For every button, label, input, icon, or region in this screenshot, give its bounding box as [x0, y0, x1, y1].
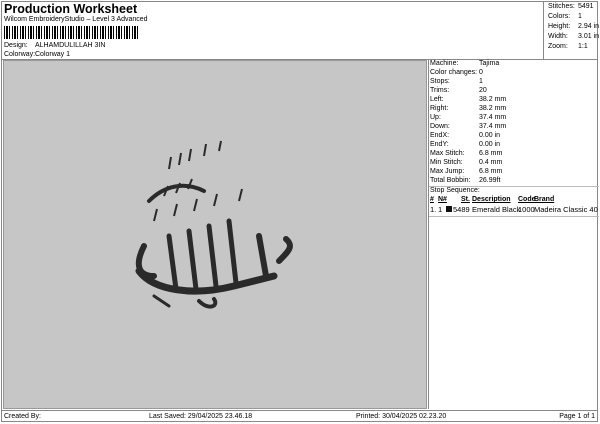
detail-row: EndY: 0.00 in — [430, 141, 501, 148]
printed-date: Printed: 30/04/2025 02.23.20 — [356, 413, 447, 420]
design-preview — [3, 60, 427, 409]
page-number: Page 1 of 1 — [559, 413, 595, 420]
detail-row: Color changes: 0 — [430, 69, 483, 76]
stop-sequence-row: 1. 1 5489 Emerald Black 1000 Madeira Cla… — [430, 205, 598, 214]
page-title: Production Worksheet — [4, 2, 138, 16]
summary-row: Width: 3.01 in — [548, 33, 600, 40]
divider — [429, 216, 599, 217]
detail-row: Machine: Tajima — [430, 60, 500, 67]
brand-cell: Madeira Classic 40 — [534, 205, 598, 214]
detail-row: Up: 37.4 mm — [430, 114, 507, 121]
summary-row: Height: 2.94 in — [548, 23, 600, 30]
detail-row: Down: 37.4 mm — [430, 123, 507, 130]
detail-row: EndX: 0.00 in — [430, 132, 501, 139]
summary-row: Zoom: 1:1 — [548, 43, 588, 50]
detail-row: Max Stitch: 6.8 mm — [430, 150, 503, 157]
detail-row: Max Jump: 6.8 mm — [430, 168, 503, 175]
stop-sequence-title: Stop Sequence: — [430, 187, 480, 194]
colorway-label: Colorway: — [4, 51, 36, 58]
design-value: ALHAMDULILLAH 3IN — [35, 42, 106, 49]
footer: Created By: Last Saved: 29/04/2025 23.46… — [1, 410, 598, 423]
stop-sequence-header: # N# St. Description Code Brand — [430, 196, 555, 203]
detail-row: Min Stitch: 0.4 mm — [430, 159, 503, 166]
summary-row: Stitches: 5491 — [548, 3, 594, 10]
details-panel: Machine: Tajima Color changes: 0 Stops: 1 T… — [428, 60, 599, 409]
detail-row: Right: 38.2 mm — [430, 105, 507, 112]
detail-row: Trims: 20 — [430, 87, 487, 94]
last-saved: Last Saved: 29/04/2025 23.46.18 — [149, 413, 253, 420]
design-label: Design: — [4, 42, 28, 49]
detail-row: Stops: 1 — [430, 78, 483, 85]
embroidery-design — [135, 140, 293, 309]
created-by: Created By: — [4, 413, 41, 420]
detail-row: Total Bobbin: 26.99ft — [430, 177, 501, 184]
summary-box: Stitches: 5491 Colors: 1 Height: 2.94 in Wi… — [543, 1, 599, 59]
color-swatch — [446, 206, 452, 212]
detail-row: Left: 38.2 mm — [430, 96, 507, 103]
software-subtitle: Wilcom EmbroideryStudio – Level 3 Advanc… — [4, 16, 148, 23]
summary-row: Colors: 1 — [548, 13, 582, 20]
barcode — [4, 26, 140, 39]
colorway-value: Colorway 1 — [35, 51, 71, 58]
